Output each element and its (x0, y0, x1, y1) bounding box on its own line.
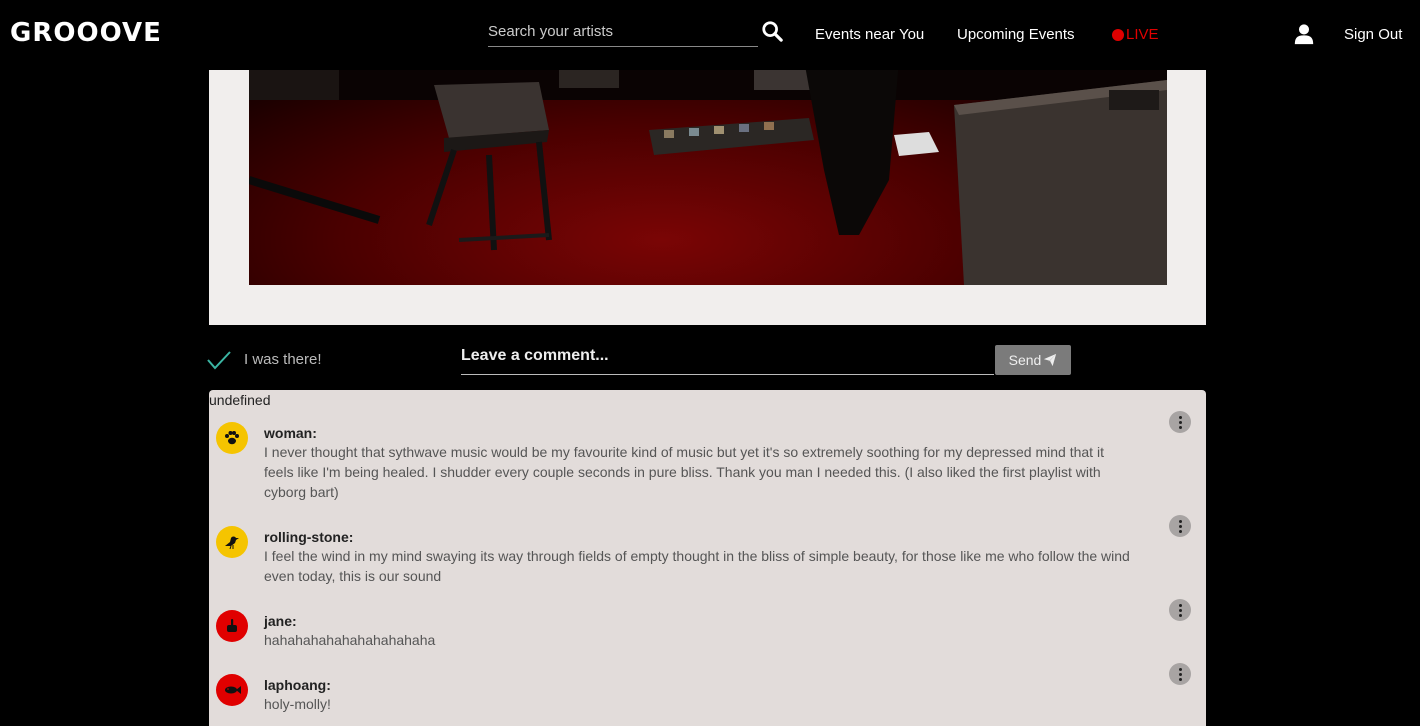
paw-icon (225, 431, 239, 445)
paper-plane-icon (1044, 353, 1057, 367)
avatar (216, 674, 248, 706)
nav-upcoming-events[interactable]: Upcoming Events (957, 26, 1075, 43)
i-was-there-label[interactable]: I was there! (244, 351, 322, 368)
video-frame (209, 60, 1206, 325)
crow-icon (225, 536, 239, 550)
comment-author: jane: (264, 613, 297, 629)
nav-live[interactable]: LIVE (1112, 26, 1159, 43)
concert-video[interactable] (249, 60, 1167, 285)
comment-text: I feel the wind in my mind swaying its w… (264, 548, 1130, 584)
more-options-icon[interactable] (1169, 411, 1191, 433)
send-button[interactable]: Send (995, 345, 1071, 375)
more-options-icon[interactable] (1169, 515, 1191, 537)
comment-author: laphoang: (264, 677, 331, 693)
nav-events-near-you[interactable]: Events near You (815, 26, 924, 43)
comments-heading: undefined (209, 392, 271, 408)
comment-author: rolling-stone: (264, 529, 354, 545)
logo[interactable]: GROOOVE (10, 18, 162, 48)
comment-text: holy-molly! (264, 696, 331, 712)
comment-author: woman: (264, 425, 317, 441)
avatar (216, 422, 248, 454)
hand-icon (227, 619, 237, 632)
top-navbar: GROOOVE Events near You Upcoming Events … (0, 0, 1420, 70)
user-icon[interactable] (1293, 23, 1315, 45)
search-field (488, 18, 758, 47)
sign-out-link[interactable]: Sign Out (1344, 26, 1402, 43)
live-dot-icon (1112, 28, 1124, 41)
search-input[interactable] (488, 18, 758, 44)
comment-field (461, 342, 994, 375)
avatar (216, 610, 248, 642)
more-options-icon[interactable] (1169, 663, 1191, 685)
comment-text: hahahahahahahahahahaha (264, 632, 436, 648)
avatar (216, 526, 248, 558)
send-label: Send (1008, 352, 1042, 368)
nav-live-label: LIVE (1126, 26, 1159, 43)
comment-text: I never thought that sythwave music woul… (264, 444, 1104, 500)
comment-input[interactable] (461, 342, 994, 370)
checkmark-icon[interactable] (206, 349, 232, 371)
comments-panel: undefined woman: I never thought that sy… (209, 390, 1206, 726)
concert-scene-image (249, 60, 1167, 285)
more-options-icon[interactable] (1169, 599, 1191, 621)
fish-icon (225, 686, 241, 694)
search-icon[interactable] (761, 20, 783, 42)
